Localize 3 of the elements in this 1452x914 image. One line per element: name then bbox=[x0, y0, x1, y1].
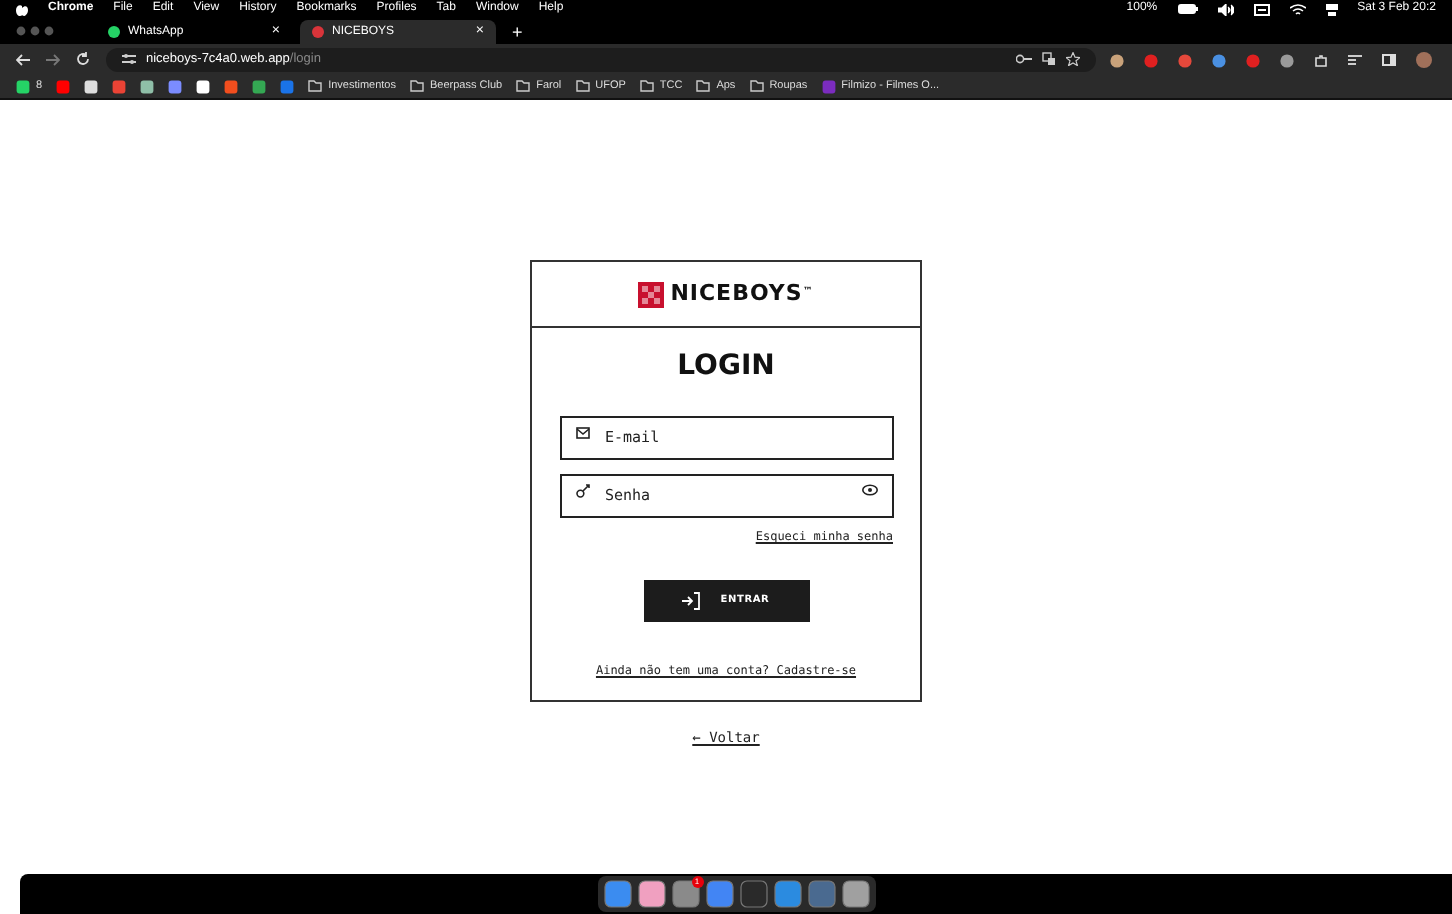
login-title: LOGIN bbox=[677, 348, 775, 386]
brand-logo: NICEBOYS$^{™}$ bbox=[670, 277, 814, 310]
new-tab-button[interactable]: + bbox=[512, 20, 523, 44]
